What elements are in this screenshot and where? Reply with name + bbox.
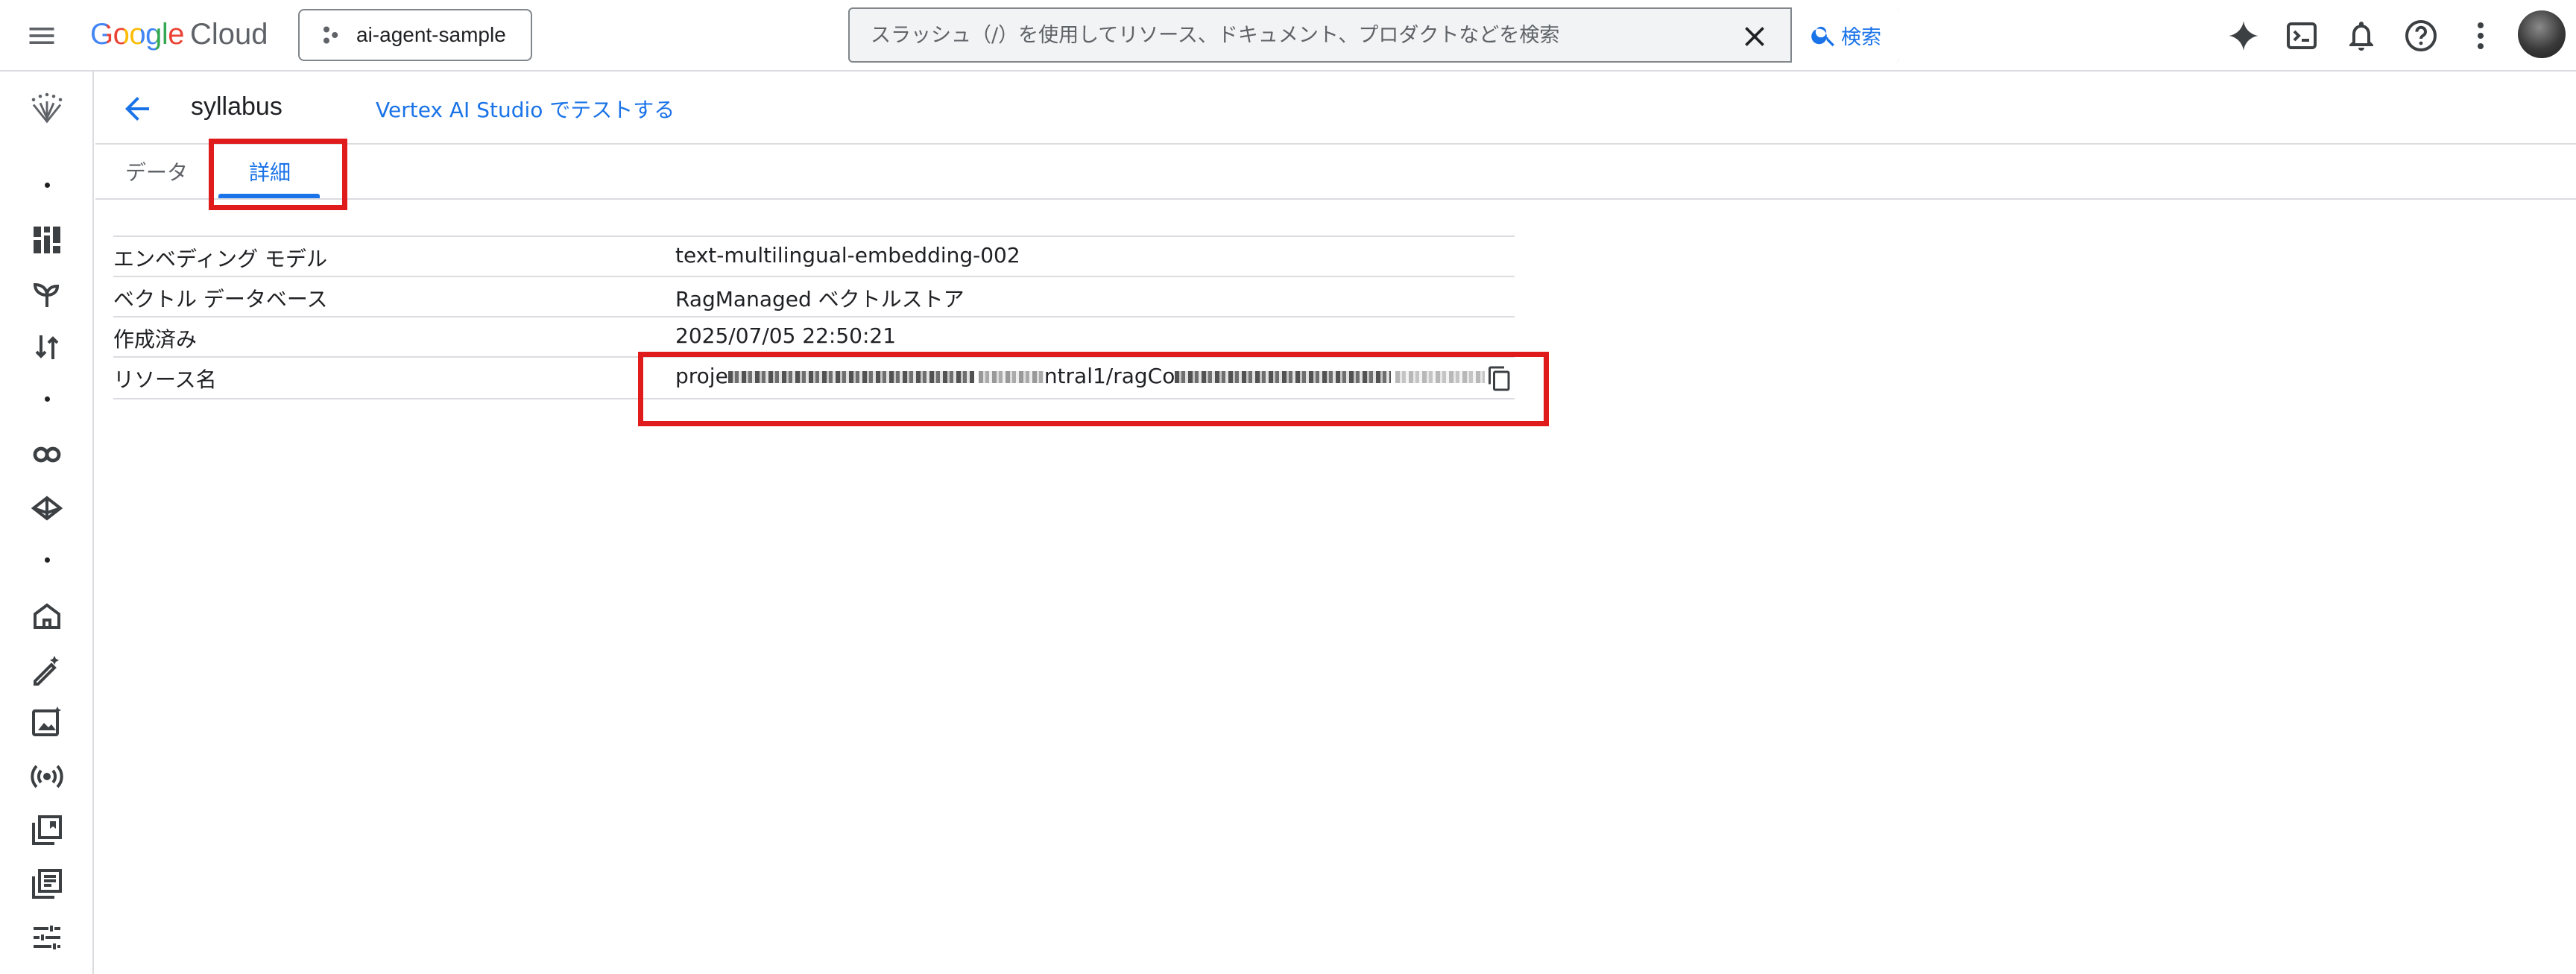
project-name: ai-agent-sample [356,23,506,46]
vertex-ai-logo-icon[interactable] [27,88,67,128]
prompt-icon[interactable] [29,651,65,687]
rag-icon[interactable] [29,812,65,848]
top-bar: GoogleCloud ai-agent-sample 検索 [0,0,2576,72]
home-icon[interactable] [29,598,65,633]
dashboard-icon[interactable] [29,222,65,258]
project-icon [323,26,338,44]
notifications-icon[interactable] [2343,18,2379,54]
more-vert-icon[interactable] [2463,18,2498,54]
search-button-label: 検索 [1841,25,1881,49]
google-cloud-logo[interactable]: Google Cloud [90,18,268,54]
rail-separator-dot [45,183,50,188]
tab-data[interactable]: データ [125,156,188,186]
resource-name-label: リソース名 [113,367,217,392]
build-icon[interactable] [29,490,65,526]
cloud-shell-icon[interactable] [2284,18,2320,54]
search-input[interactable] [871,18,1728,52]
search-icon [1811,26,1834,47]
clear-icon[interactable] [1738,20,1771,53]
image-icon[interactable] [29,705,65,741]
annotation-box-details-tab [209,139,347,210]
annotation-box-resource-name [638,352,1549,426]
main-menu-icon[interactable] [25,19,58,52]
table-row: 作成済み 2025/07/05 22:50:21 [113,316,1515,356]
search-bar: 検索 [848,7,1899,63]
avatar[interactable] [2518,10,2566,58]
left-rail [0,72,94,974]
rail-separator-dot [45,396,50,402]
vector-database-value: RagManaged ベクトルストア [675,287,965,312]
rail-separator-dot [45,557,50,563]
page-header: syllabus Vertex AI Studio でテストする [95,72,2576,145]
gemini-icon[interactable] [2226,18,2261,54]
page-title: syllabus [191,92,282,121]
logo-cloud-text: Cloud [189,18,268,51]
notebook-icon[interactable] [29,866,65,902]
created-value: 2025/07/05 22:50:21 [675,323,897,348]
table-row: エンベディング モデル text-multilingual-embedding-… [113,235,1515,276]
search-button[interactable]: 検索 [1790,7,1899,63]
table-row: ベクトル データベース RagManaged ベクトルストア [113,276,1515,316]
agent-icon[interactable] [29,437,65,472]
help-icon[interactable] [2403,18,2439,54]
created-label: 作成済み [113,327,198,352]
vector-database-label: ベクトル データベース [113,287,328,312]
pipelines-icon[interactable] [29,329,65,365]
live-api-icon[interactable] [29,759,65,794]
project-picker[interactable]: ai-agent-sample [298,9,532,61]
tuning-icon[interactable] [29,920,65,955]
logo-google-text: Google [90,18,184,51]
model-garden-icon[interactable] [29,276,65,312]
embedding-model-value: text-multilingual-embedding-002 [675,243,1020,268]
back-arrow-icon[interactable] [119,91,155,127]
vertex-ai-studio-link[interactable]: Vertex AI Studio でテストする [376,94,675,124]
tab-bar: データ 詳細 [95,145,2576,200]
embedding-model-label: エンベディング モデル [113,247,327,271]
